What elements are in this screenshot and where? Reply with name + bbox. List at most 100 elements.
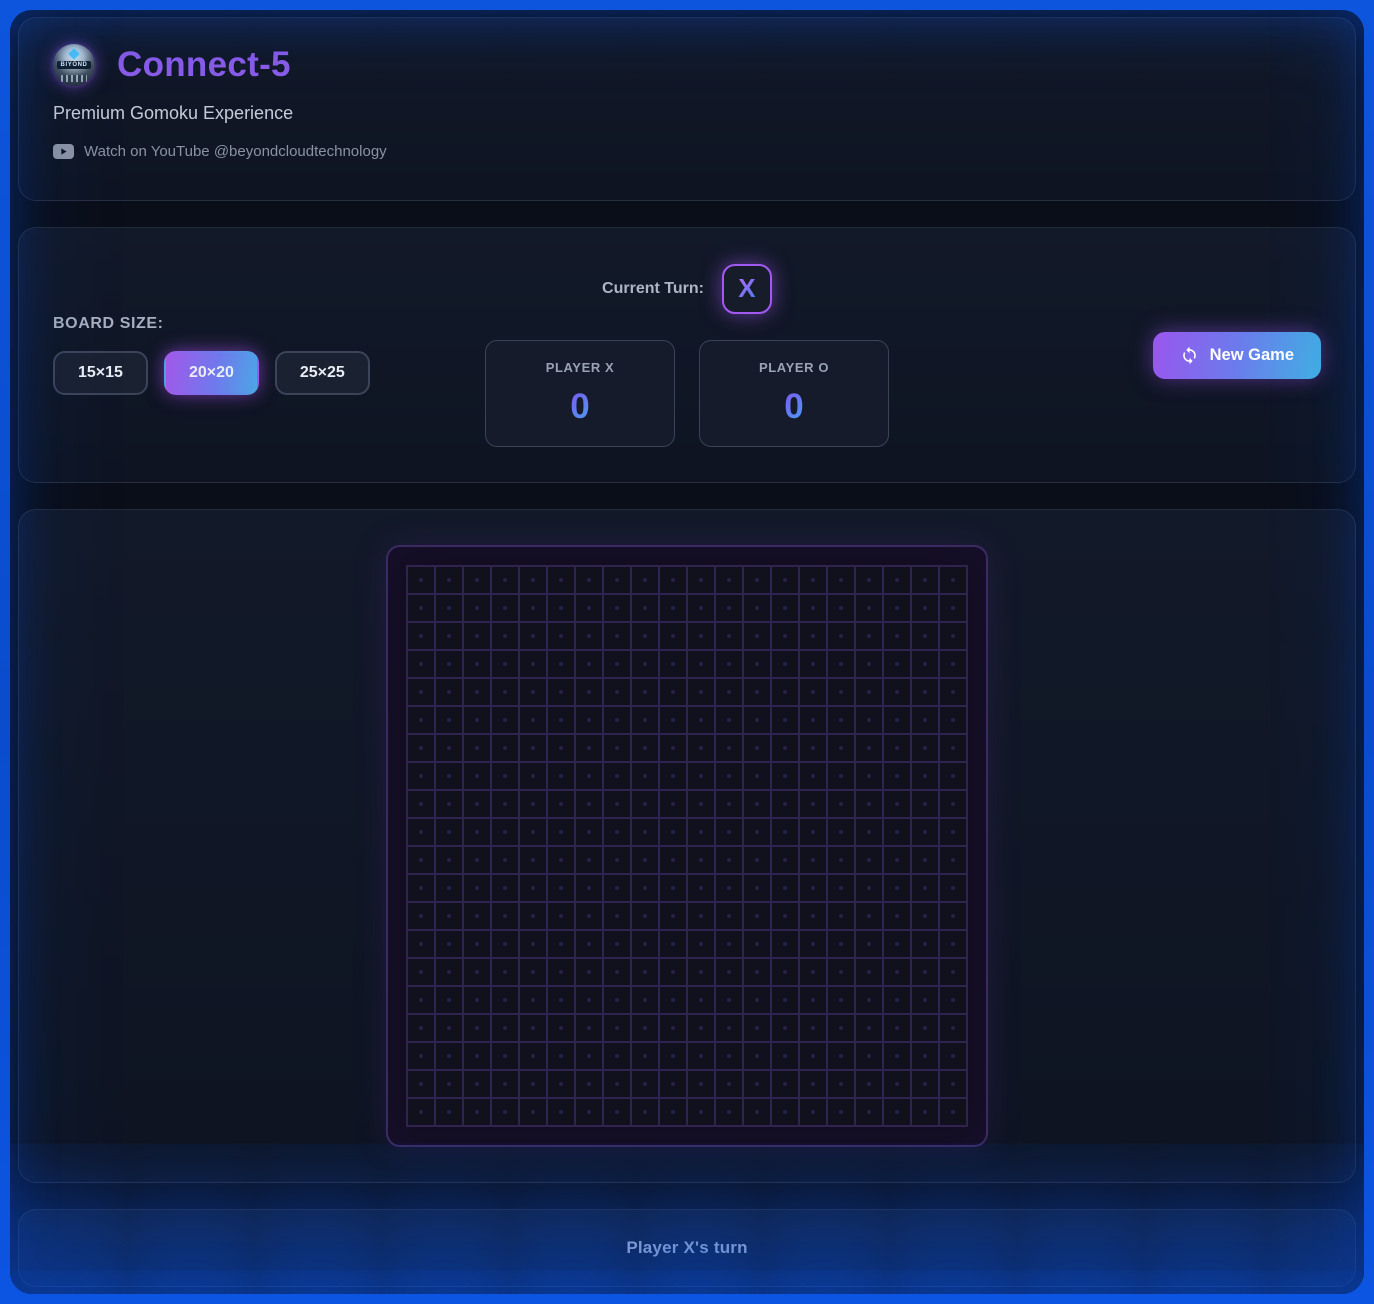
board-cell[interactable] [744, 651, 770, 677]
board-cell[interactable] [492, 931, 518, 957]
board-cell[interactable] [772, 567, 798, 593]
board-cell[interactable] [520, 819, 546, 845]
board-cell[interactable] [800, 651, 826, 677]
board-cell[interactable] [408, 847, 434, 873]
board-cell[interactable] [688, 1043, 714, 1069]
board-cell[interactable] [492, 707, 518, 733]
board-cell[interactable] [716, 791, 742, 817]
board-cell[interactable] [800, 791, 826, 817]
board-cell[interactable] [912, 735, 938, 761]
board-cell[interactable] [856, 735, 882, 761]
board-cell[interactable] [772, 903, 798, 929]
board-cell[interactable] [520, 707, 546, 733]
board-cell[interactable] [884, 651, 910, 677]
board-cell[interactable] [772, 651, 798, 677]
board-cell[interactable] [912, 595, 938, 621]
board-cell[interactable] [464, 679, 490, 705]
board-cell[interactable] [520, 651, 546, 677]
board-cell[interactable] [436, 679, 462, 705]
board-cell[interactable] [856, 959, 882, 985]
board-cell[interactable] [688, 623, 714, 649]
board-cell[interactable] [520, 931, 546, 957]
board-cell[interactable] [828, 1043, 854, 1069]
board-cell[interactable] [856, 1071, 882, 1097]
board-cell[interactable] [828, 1015, 854, 1041]
board-cell[interactable] [912, 903, 938, 929]
board-cell[interactable] [436, 987, 462, 1013]
board-cell[interactable] [688, 931, 714, 957]
board-cell[interactable] [716, 679, 742, 705]
board-cell[interactable] [744, 595, 770, 621]
board-cell[interactable] [716, 1071, 742, 1097]
board-cell[interactable] [716, 987, 742, 1013]
board-cell[interactable] [492, 567, 518, 593]
board-cell[interactable] [576, 595, 602, 621]
board-cell[interactable] [940, 931, 966, 957]
board-cell[interactable] [772, 1071, 798, 1097]
board-cell[interactable] [884, 707, 910, 733]
board-cell[interactable] [828, 567, 854, 593]
board-cell[interactable] [632, 959, 658, 985]
board-cell[interactable] [520, 567, 546, 593]
board-cell[interactable] [828, 707, 854, 733]
board-cell[interactable] [912, 959, 938, 985]
board-cell[interactable] [520, 791, 546, 817]
board-cell[interactable] [520, 903, 546, 929]
board-cell[interactable] [688, 651, 714, 677]
board-cell[interactable] [576, 819, 602, 845]
board-cell[interactable] [464, 623, 490, 649]
board-cell[interactable] [688, 1015, 714, 1041]
board-cell[interactable] [688, 959, 714, 985]
board-cell[interactable] [408, 567, 434, 593]
board-cell[interactable] [716, 707, 742, 733]
board-cell[interactable] [800, 595, 826, 621]
board-cell[interactable] [436, 1043, 462, 1069]
board-cell[interactable] [436, 903, 462, 929]
board-cell[interactable] [772, 987, 798, 1013]
board-cell[interactable] [856, 1099, 882, 1125]
board-cell[interactable] [828, 931, 854, 957]
board-cell[interactable] [856, 931, 882, 957]
board-cell[interactable] [520, 1015, 546, 1041]
board-cell[interactable] [912, 875, 938, 901]
board-cell[interactable] [604, 791, 630, 817]
board-cell[interactable] [604, 651, 630, 677]
board-cell[interactable] [800, 931, 826, 957]
board-cell[interactable] [912, 623, 938, 649]
board-cell[interactable] [464, 931, 490, 957]
board-cell[interactable] [548, 707, 574, 733]
board-cell[interactable] [408, 791, 434, 817]
board-cell[interactable] [772, 1015, 798, 1041]
board-cell[interactable] [604, 903, 630, 929]
board-cell[interactable] [912, 847, 938, 873]
board-cell[interactable] [548, 791, 574, 817]
board-cell[interactable] [856, 1015, 882, 1041]
board-cell[interactable] [688, 595, 714, 621]
board-cell[interactable] [884, 763, 910, 789]
board-cell[interactable] [604, 1071, 630, 1097]
board-cell[interactable] [940, 623, 966, 649]
board-cell[interactable] [856, 707, 882, 733]
board-cell[interactable] [772, 1099, 798, 1125]
board-cell[interactable] [772, 763, 798, 789]
board-cell[interactable] [772, 819, 798, 845]
board-cell[interactable] [660, 791, 686, 817]
board-cell[interactable] [940, 651, 966, 677]
board-cell[interactable] [884, 735, 910, 761]
board-cell[interactable] [548, 959, 574, 985]
board-cell[interactable] [548, 567, 574, 593]
board-cell[interactable] [548, 1071, 574, 1097]
board-cell[interactable] [464, 847, 490, 873]
board-cell[interactable] [940, 959, 966, 985]
board-cell[interactable] [436, 707, 462, 733]
board-cell[interactable] [744, 1071, 770, 1097]
board-cell[interactable] [744, 1099, 770, 1125]
board-cell[interactable] [464, 1015, 490, 1041]
board-cell[interactable] [632, 707, 658, 733]
board-cell[interactable] [632, 1071, 658, 1097]
board-cell[interactable] [604, 819, 630, 845]
board-cell[interactable] [576, 791, 602, 817]
board-cell[interactable] [716, 875, 742, 901]
board-cell[interactable] [940, 1099, 966, 1125]
board-cell[interactable] [884, 987, 910, 1013]
